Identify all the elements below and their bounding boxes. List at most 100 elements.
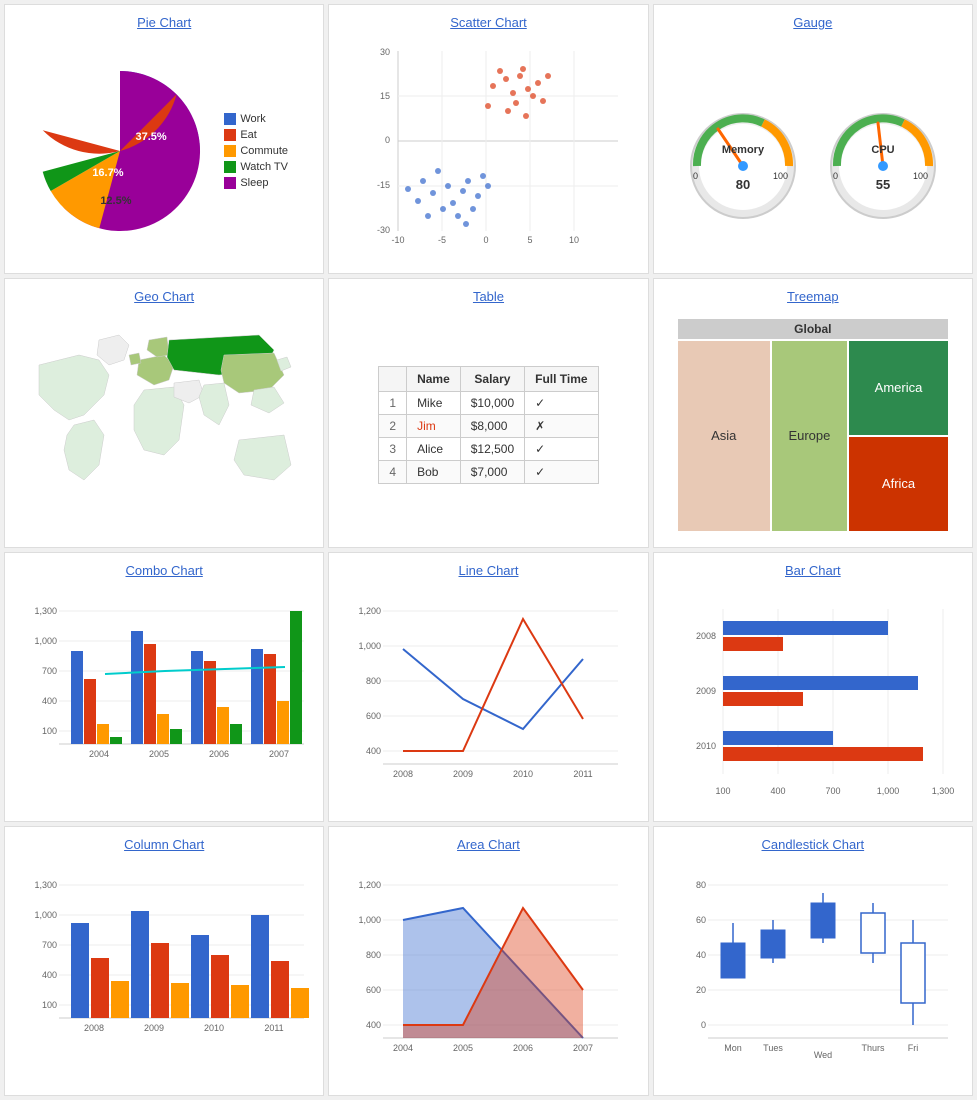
svg-text:2006: 2006 <box>513 1043 533 1053</box>
legend-commute-color <box>224 145 236 157</box>
column-chart-card: Column Chart 1,300 1,000 700 400 100 200… <box>4 826 324 1096</box>
table-area: Name Salary Full Time 1 Mike $10,000 ✓ 2… <box>339 312 637 537</box>
table-row: 4 Bob $7,000 ✓ <box>379 460 598 483</box>
legend-eat-color <box>224 129 236 141</box>
table-header-name: Name <box>407 366 461 391</box>
table-row: 3 Alice $12,500 ✓ <box>379 437 598 460</box>
svg-text:-30: -30 <box>377 225 390 235</box>
scatter-svg: 30 15 0 -15 -30 -10 -5 0 5 10 <box>348 41 628 261</box>
legend-work: Work <box>224 113 288 125</box>
svg-text:100: 100 <box>715 786 730 796</box>
candlestick-chart-title[interactable]: Candlestick Chart <box>762 837 865 852</box>
pie-label-sleep: 29.2% <box>68 99 99 111</box>
bar-chart-area: 100 400 700 1,000 1,300 2008 2009 2010 <box>664 586 962 811</box>
scatter-chart-card: Scatter Chart 30 15 0 -15 -30 -10 -5 0 5… <box>328 4 648 274</box>
candlestick-chart-card: Candlestick Chart 80 60 40 20 0 Mon Tues… <box>653 826 973 1096</box>
line-chart-title[interactable]: Line Chart <box>459 563 519 578</box>
bar-chart-card: Bar Chart 100 400 700 1,000 1,300 2008 2… <box>653 552 973 822</box>
memory-gauge-svg: 0 100 Memory 80 <box>683 101 803 201</box>
pie-label-eat: 16.7% <box>92 167 123 179</box>
row3-num: 3 <box>379 437 407 460</box>
line-chart-area: 1,200 1,000 800 600 400 2008 2009 2010 2… <box>339 586 637 811</box>
treemap-container: Global Asia Europe America Africa <box>678 319 948 531</box>
svg-text:Wed: Wed <box>814 1050 832 1060</box>
svg-text:80: 80 <box>696 880 706 890</box>
treemap-europe: Europe <box>772 341 848 531</box>
pie-chart-title[interactable]: Pie Chart <box>137 15 191 30</box>
table-header-fulltime: Full Time <box>525 366 598 391</box>
legend-watchtv: Watch TV <box>224 161 288 173</box>
cpu-gauge-svg: 0 100 CPU 55 <box>823 101 943 201</box>
svg-text:1,200: 1,200 <box>359 606 382 616</box>
legend-sleep: Sleep <box>224 177 288 189</box>
svg-text:700: 700 <box>825 786 840 796</box>
row4-fulltime: ✓ <box>525 460 598 483</box>
geo-chart-area <box>15 312 313 537</box>
candlestick-chart-area: 80 60 40 20 0 Mon Tues Wed Thurs Fri <box>664 860 962 1085</box>
table-card: Table Name Salary Full Time 1 Mike $10,0… <box>328 278 648 548</box>
treemap-america: America <box>849 341 948 435</box>
gauge-card: Gauge 0 <box>653 4 973 274</box>
legend-watchtv-color <box>224 161 236 173</box>
combo-svg: 1,300 1,000 700 400 100 2004 2005 2006 2… <box>19 599 309 799</box>
treemap-right: America Africa <box>849 341 948 531</box>
pie-chart-card: Pie Chart 37.5% 29.2% <box>4 4 324 274</box>
svg-text:400: 400 <box>366 1020 381 1030</box>
bar-svg: 100 400 700 1,000 1,300 2008 2009 2010 <box>668 599 958 799</box>
svg-text:Mon: Mon <box>724 1043 742 1053</box>
row4-name: Bob <box>407 460 461 483</box>
charts-grid: Pie Chart 37.5% 29.2% <box>0 0 977 1100</box>
table-header-num <box>379 366 407 391</box>
svg-text:100: 100 <box>42 1000 57 1010</box>
cpu-gauge: 0 100 CPU 55 <box>823 101 943 201</box>
svg-text:0: 0 <box>701 1020 706 1030</box>
svg-text:-15: -15 <box>377 180 390 190</box>
legend-commute-label: Commute <box>240 145 288 157</box>
svg-text:CPU: CPU <box>871 144 894 156</box>
treemap-global-label: Global <box>678 319 948 339</box>
svg-text:60: 60 <box>696 915 706 925</box>
bar-chart-title[interactable]: Bar Chart <box>785 563 841 578</box>
row2-name: Jim <box>407 414 461 437</box>
treemap-title[interactable]: Treemap <box>787 289 839 304</box>
svg-text:1,000: 1,000 <box>35 636 58 646</box>
svg-text:2004: 2004 <box>89 749 109 759</box>
svg-text:Memory: Memory <box>722 144 765 156</box>
treemap-africa: Africa <box>849 437 948 531</box>
legend-eat: Eat <box>224 129 288 141</box>
row3-fulltime: ✓ <box>525 437 598 460</box>
svg-text:1,000: 1,000 <box>359 641 382 651</box>
svg-text:800: 800 <box>366 950 381 960</box>
svg-text:30: 30 <box>380 47 390 57</box>
geo-svg <box>19 325 309 525</box>
svg-text:Tues: Tues <box>763 1043 783 1053</box>
svg-text:2009: 2009 <box>144 1023 164 1033</box>
svg-text:55: 55 <box>876 177 890 192</box>
svg-text:2010: 2010 <box>696 741 716 751</box>
svg-text:600: 600 <box>366 711 381 721</box>
data-table: Name Salary Full Time 1 Mike $10,000 ✓ 2… <box>378 366 598 484</box>
row1-salary: $10,000 <box>460 391 524 414</box>
scatter-chart-title[interactable]: Scatter Chart <box>450 15 527 30</box>
combo-chart-area: 1,300 1,000 700 400 100 2004 2005 2006 2… <box>15 586 313 811</box>
svg-text:40: 40 <box>696 950 706 960</box>
svg-text:400: 400 <box>42 970 57 980</box>
svg-text:2011: 2011 <box>574 769 593 779</box>
svg-text:0: 0 <box>833 171 838 181</box>
svg-text:1,300: 1,300 <box>35 606 58 616</box>
column-svg: 1,300 1,000 700 400 100 2008 2009 2010 2… <box>19 873 309 1073</box>
combo-chart-title[interactable]: Combo Chart <box>126 563 203 578</box>
geo-chart-title[interactable]: Geo Chart <box>134 289 194 304</box>
legend-work-color <box>224 113 236 125</box>
legend-commute: Commute <box>224 145 288 157</box>
column-chart-title[interactable]: Column Chart <box>124 837 204 852</box>
table-title[interactable]: Table <box>473 289 504 304</box>
svg-text:400: 400 <box>42 696 57 706</box>
gauge-title[interactable]: Gauge <box>793 15 832 30</box>
area-chart-title[interactable]: Area Chart <box>457 837 520 852</box>
area-chart-area: 1,200 1,000 800 600 400 2004 2005 2006 2… <box>339 860 637 1085</box>
treemap-asia: Asia <box>678 341 770 531</box>
row4-salary: $7,000 <box>460 460 524 483</box>
svg-text:2007: 2007 <box>269 749 289 759</box>
svg-text:1,300: 1,300 <box>932 786 955 796</box>
